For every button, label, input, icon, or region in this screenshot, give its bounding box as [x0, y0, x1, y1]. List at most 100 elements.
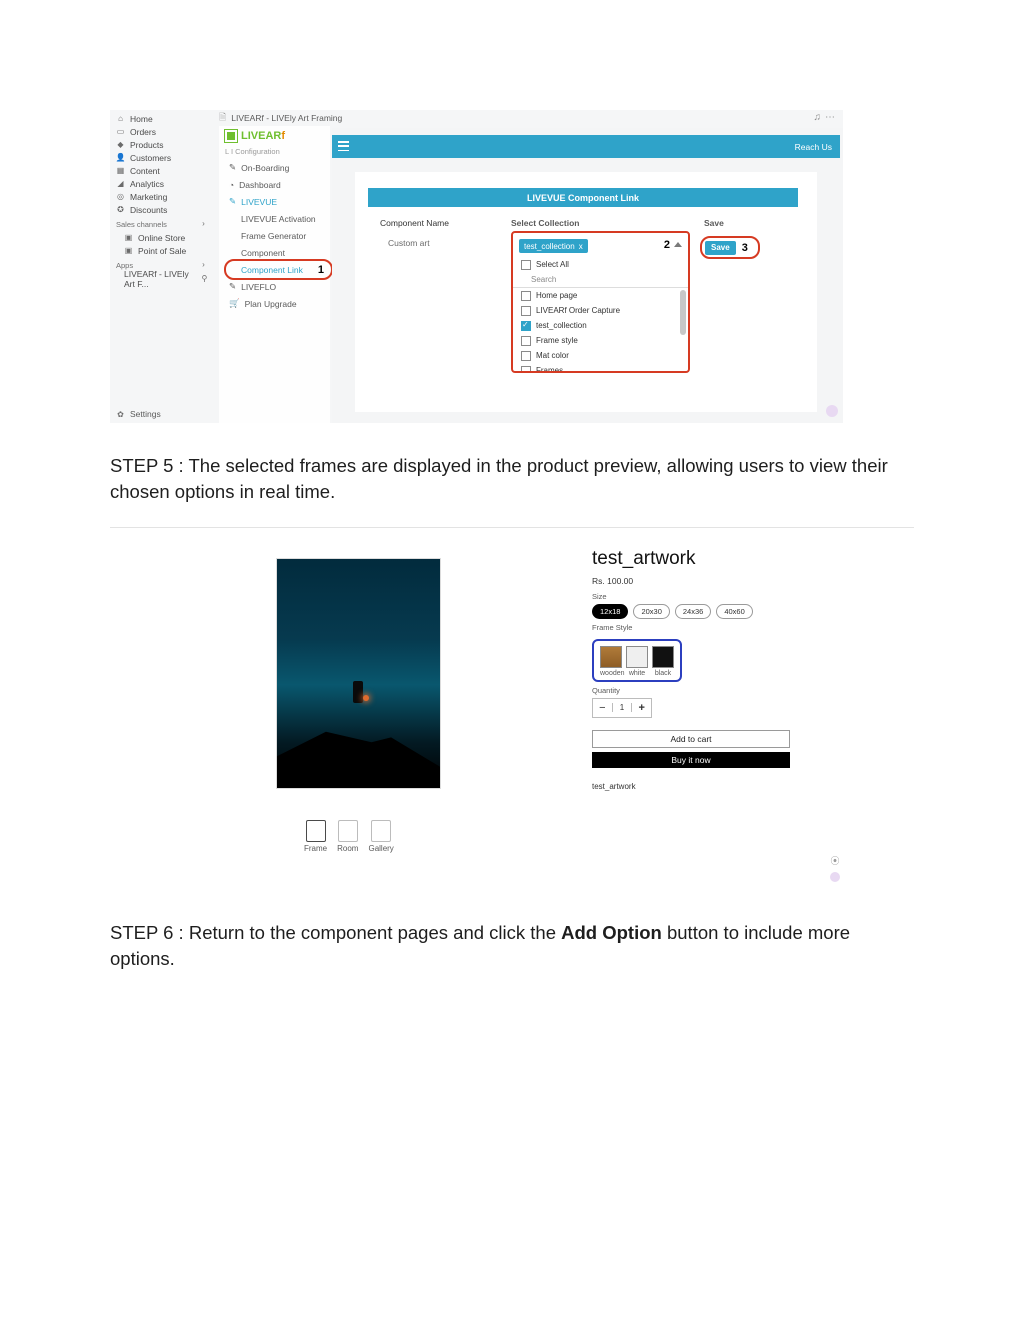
- mid-livevue[interactable]: ✎LIVEVUE: [219, 193, 330, 210]
- hamburger-icon[interactable]: [338, 141, 349, 151]
- nav-content[interactable]: ▦Content: [110, 164, 213, 177]
- compass-icon: ✎: [229, 162, 236, 173]
- step-5-prefix: STEP 5 :: [110, 455, 184, 476]
- thumb-frame[interactable]: Frame: [304, 820, 327, 853]
- save-button[interactable]: Save: [705, 241, 736, 255]
- quantity-stepper[interactable]: − 1 +: [592, 698, 652, 718]
- buy-now-button[interactable]: Buy it now: [592, 752, 790, 768]
- nav-label: Customers: [130, 153, 171, 163]
- help-icon[interactable]: ⦿: [830, 856, 840, 866]
- nav-orders[interactable]: ▭Orders: [110, 125, 213, 138]
- frame-label: wooden: [600, 670, 622, 677]
- checkbox-icon[interactable]: [521, 366, 531, 372]
- nav-marketing[interactable]: ◎Marketing: [110, 190, 213, 203]
- compname-value: Custom art: [388, 238, 430, 248]
- topbar: 🗎 LIVEARf - LIVEly Art Framing ♫ ⋯: [219, 110, 843, 126]
- checkbox-icon[interactable]: [521, 336, 531, 346]
- mid-activation[interactable]: LIVEVUE Activation: [219, 210, 330, 227]
- options-list[interactable]: Home page LIVEARf Order Capture test_col…: [513, 287, 688, 371]
- list-item[interactable]: test_collection: [513, 318, 688, 333]
- add-to-cart-button[interactable]: Add to cart: [592, 730, 790, 748]
- step-5-body: The selected frames are displayed in the…: [110, 455, 888, 502]
- minus-icon[interactable]: −: [593, 702, 612, 714]
- dropdown-search[interactable]: Search: [513, 272, 688, 287]
- mid-dashboard[interactable]: ◔Dashboard: [219, 176, 330, 193]
- frame-black[interactable]: [652, 646, 674, 668]
- orders-icon: ▭: [116, 127, 125, 136]
- thumb-label: Room: [337, 844, 358, 853]
- list-item[interactable]: Frame style: [513, 333, 688, 348]
- sales-channels-header: Sales channels: [110, 216, 167, 231]
- thumb-gallery[interactable]: Gallery: [368, 820, 393, 853]
- bolt-icon: ✎: [229, 196, 236, 207]
- nav-pos[interactable]: ▣ Point of Sale: [110, 244, 213, 257]
- opt-select-all[interactable]: Select All: [513, 257, 688, 272]
- chart-icon: ◢: [116, 179, 125, 188]
- list-item[interactable]: Home page: [513, 288, 688, 303]
- mid-onboarding[interactable]: ✎On-Boarding: [219, 159, 330, 176]
- logo-text-f: f: [281, 130, 285, 142]
- product-image: [277, 559, 440, 788]
- callout-2: 2: [664, 239, 670, 251]
- list-item[interactable]: Frames: [513, 363, 688, 371]
- nav-label: Content: [130, 166, 160, 176]
- mid-framegen[interactable]: Frame Generator: [219, 227, 330, 244]
- product-price: Rs. 100.00: [592, 576, 790, 586]
- nav-settings[interactable]: ✿Settings: [116, 409, 161, 419]
- list-item[interactable]: Mat color: [513, 348, 688, 363]
- opt-label: Frame style: [536, 336, 578, 345]
- collection-dropdown[interactable]: test_collectionx 2 Select All Search Hom…: [511, 231, 690, 373]
- thumb-room[interactable]: Room: [337, 820, 358, 853]
- product-desc: test_artwork: [592, 782, 790, 791]
- checkbox-icon[interactable]: [521, 291, 531, 301]
- doc-icon: 🗎: [219, 110, 226, 126]
- list-item[interactable]: LIVEARf Order Capture: [513, 303, 688, 318]
- nav-online-store[interactable]: ▣Online Store: [110, 231, 213, 244]
- qty-label: Quantity: [592, 686, 790, 695]
- thumb-label: Frame: [304, 844, 327, 853]
- reach-us-link[interactable]: Reach Us: [795, 142, 832, 152]
- selected-chip[interactable]: test_collectionx: [519, 239, 588, 253]
- mid-complink[interactable]: Component Link 1: [219, 261, 330, 278]
- chat-bubble-icon[interactable]: [830, 872, 840, 882]
- callout-3: 3: [742, 242, 748, 254]
- chevron-right-icon[interactable]: ›: [199, 219, 208, 228]
- mid-plan[interactable]: 🛒Plan Upgrade: [219, 295, 330, 312]
- chevron-right-icon[interactable]: ›: [199, 260, 208, 269]
- size-option[interactable]: 40x60: [716, 604, 752, 619]
- checkbox-checked-icon[interactable]: [521, 321, 531, 331]
- size-options: 12x18 20x30 24x36 40x60: [592, 604, 790, 619]
- more-icon[interactable]: ⋯: [825, 112, 835, 123]
- step-6-body: Return to the component pages and click …: [184, 922, 561, 943]
- frame-wooden[interactable]: [600, 646, 622, 668]
- size-option[interactable]: 12x18: [592, 604, 628, 619]
- mid-label: Plan Upgrade: [245, 299, 297, 309]
- pos-icon: ▣: [124, 246, 133, 255]
- size-option[interactable]: 24x36: [675, 604, 711, 619]
- mid-liveflo[interactable]: ✎LIVEFLO: [219, 278, 330, 295]
- nav-home[interactable]: ⌂Home: [110, 112, 213, 125]
- plus-icon[interactable]: +: [632, 702, 651, 714]
- pin-icon[interactable]: ⚲: [201, 274, 208, 283]
- checkbox-icon[interactable]: [521, 351, 531, 361]
- thumb-label: Gallery: [368, 844, 393, 853]
- nav-customers[interactable]: 👤 Customers: [110, 151, 213, 164]
- chevron-up-icon[interactable]: [674, 242, 682, 247]
- scrollbar[interactable]: [680, 290, 686, 335]
- opt-label: Home page: [536, 291, 577, 300]
- checkbox-icon[interactable]: [521, 260, 531, 270]
- person-icon: 👤: [116, 153, 125, 162]
- nav-products[interactable]: ◆Products: [110, 138, 213, 151]
- nav-app[interactable]: LIVEARf - LIVEly Art F...⚲: [110, 272, 213, 285]
- chip-remove-icon[interactable]: x: [579, 242, 583, 251]
- nav-discounts[interactable]: ✪Discounts: [110, 203, 213, 216]
- checkbox-icon[interactable]: [521, 306, 531, 316]
- image-person: [353, 681, 363, 703]
- bolt-icon: ✎: [229, 281, 236, 292]
- chat-bubble-icon[interactable]: [826, 405, 838, 417]
- nav-analytics[interactable]: ◢Analytics: [110, 177, 213, 190]
- nav-label: Point of Sale: [138, 246, 186, 256]
- frame-white[interactable]: [626, 646, 648, 668]
- size-option[interactable]: 20x30: [633, 604, 669, 619]
- bell-icon[interactable]: ♫: [814, 112, 822, 123]
